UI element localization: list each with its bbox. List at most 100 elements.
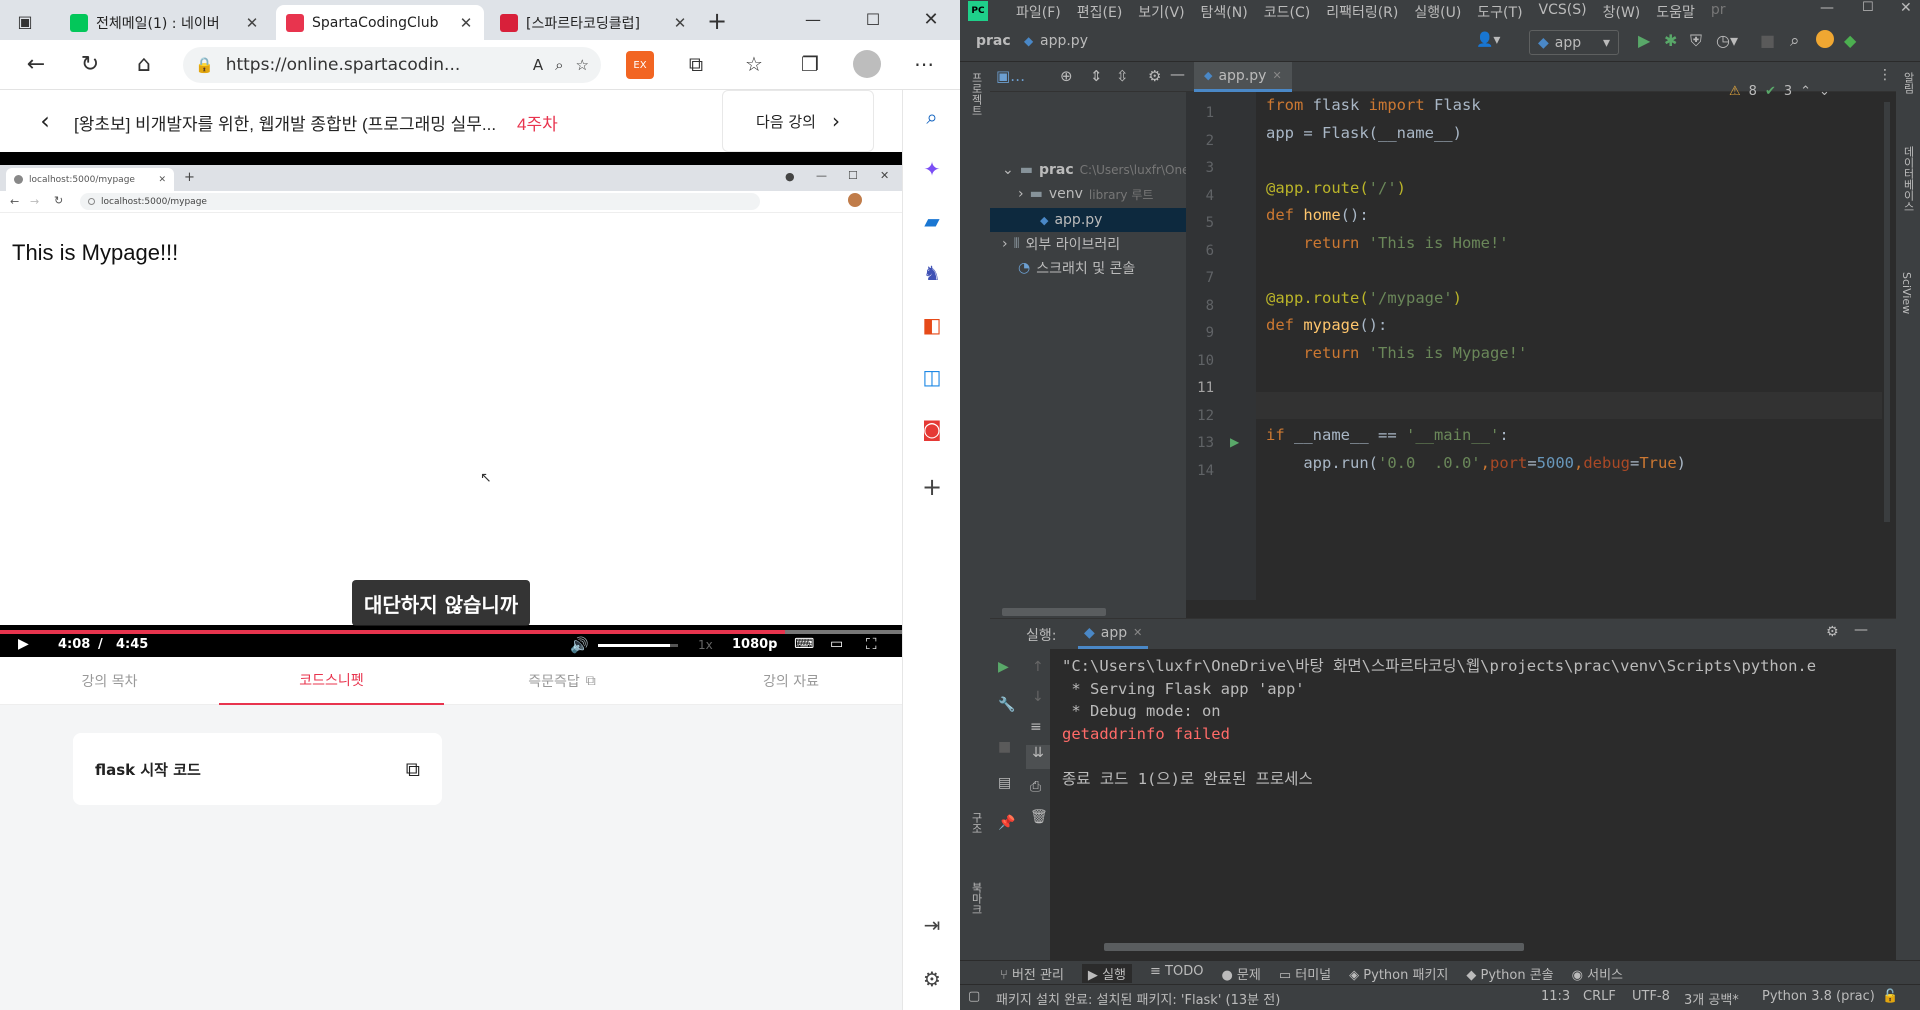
run-tab-app[interactable]: ◆ app ✕	[1078, 619, 1149, 649]
coverage-icon[interactable]: ⛨	[1690, 31, 1702, 51]
file-encoding[interactable]: UTF-8	[1632, 989, 1670, 1004]
menu-item[interactable]: 편집(E)	[1077, 2, 1123, 22]
menu-item[interactable]: 실행(U)	[1414, 2, 1461, 22]
line-separator[interactable]: CRLF	[1583, 989, 1616, 1004]
games-icon[interactable]: ♞	[913, 254, 951, 292]
office-icon[interactable]: ◧	[913, 306, 951, 344]
home-icon[interactable]: ⌂	[126, 46, 162, 82]
tab-code-snippet[interactable]: 코드스니펫	[219, 657, 444, 705]
tool-tab[interactable]: ● 문제	[1221, 964, 1260, 983]
tool-tab[interactable]: ▶ 실행	[1081, 964, 1132, 983]
profile-avatar[interactable]	[853, 50, 881, 78]
fullscreen-icon[interactable]: ⛶	[866, 635, 877, 653]
more-icon[interactable]: ⋮	[1878, 67, 1892, 83]
expand-all-icon[interactable]: ⇕	[1090, 67, 1103, 85]
video-player[interactable]: localhost:5000/mypage ✕ + ● — ☐ ✕ ← → ↻ …	[0, 152, 902, 657]
tab-naver-mail[interactable]: 전체메일(1) : 네이버 ✕	[60, 5, 270, 40]
plugins-icon[interactable]: ◆	[1844, 31, 1856, 50]
gear-icon[interactable]: ⚙	[1148, 67, 1161, 85]
drop-icon[interactable]: ◙	[913, 410, 951, 448]
gear-icon[interactable]: ⚙	[1826, 624, 1839, 640]
tree-root[interactable]: ⌄ ▬ prac C:\Users\luxfr\OneDriv	[990, 158, 1214, 182]
menu-item[interactable]: 창(W)	[1603, 2, 1641, 22]
menu-item[interactable]: 보기(V)	[1138, 2, 1184, 22]
tab-qna[interactable]: 즉문즉답 ⧉	[444, 657, 680, 705]
editor-tab-app-py[interactable]: ◆ app.py ✕	[1194, 62, 1292, 92]
close-tab-icon[interactable]: ✕	[458, 14, 474, 32]
read-aloud-icon[interactable]: A	[533, 56, 543, 74]
debug-icon[interactable]: ✱	[1664, 31, 1677, 50]
tab-sparta-2[interactable]: [스파르타코딩클럽] ✕	[490, 5, 698, 40]
add-icon[interactable]: +	[913, 468, 951, 506]
layout-icon[interactable]: ▢	[968, 989, 980, 1004]
tab-curriculum[interactable]: 강의 목차	[0, 657, 219, 705]
briefcase-icon[interactable]: ▰	[913, 202, 951, 240]
tool-tab[interactable]: ⑂ 버전 관리	[1000, 964, 1064, 983]
tool-tab[interactable]: ≡ TODO	[1150, 964, 1203, 983]
address-bar[interactable]: 🔒 https://online.spartacodin... A ⌕ ☆	[183, 47, 601, 83]
back-chevron-icon[interactable]: ‹	[30, 106, 60, 136]
copilot-icon[interactable]: ✦	[913, 150, 951, 188]
next-lecture-button[interactable]: 다음 강의 ›	[722, 90, 874, 152]
close-tab-icon[interactable]: ✕	[672, 14, 688, 32]
user-icon[interactable]: 👤▾	[1476, 32, 1500, 48]
menu-item[interactable]: 도움말	[1656, 2, 1695, 22]
tree-app-py[interactable]: ◆ app.py	[990, 208, 1186, 232]
chevron-up-icon[interactable]: ⌃	[1800, 84, 1811, 99]
chevron-down-icon[interactable]: ⌄	[1819, 84, 1830, 99]
tool-tab[interactable]: ◆ Python 콘솔	[1466, 964, 1553, 983]
database-tool-tab[interactable]: 데이터베이스	[1900, 146, 1916, 212]
copy-icon[interactable]: ⧉	[406, 757, 420, 781]
tab-sparta[interactable]: SpartaCodingClub ✕	[276, 5, 484, 40]
captions-icon[interactable]: ⌨	[794, 636, 814, 652]
settings-icon[interactable]: ⚙	[913, 960, 951, 998]
quality-label[interactable]: 1080p	[732, 637, 778, 652]
menu-item[interactable]: VCS(S)	[1539, 2, 1587, 22]
extension-icon[interactable]: EX	[626, 51, 654, 79]
pip-icon[interactable]: ▭	[830, 636, 843, 652]
python-interpreter[interactable]: Python 3.8 (prac)	[1762, 989, 1875, 1004]
tree-external-libs[interactable]: › ⫴ 외부 라이브러리	[990, 232, 1120, 256]
extensions-icon[interactable]: ⧉	[678, 46, 714, 82]
search-icon[interactable]: ⌕	[913, 98, 951, 136]
project-view-icon[interactable]: ▣…	[996, 67, 1025, 85]
project-tool-tab[interactable]: 프로젝트	[966, 72, 984, 122]
run-icon[interactable]: ▶	[1638, 31, 1650, 50]
menu-item[interactable]: 도구(T)	[1477, 2, 1522, 22]
update-icon[interactable]	[1816, 30, 1834, 48]
sciview-tool-tab[interactable]: SciView	[1900, 272, 1913, 314]
caret-position[interactable]: 11:3	[1541, 989, 1570, 1004]
close-window-icon[interactable]: ✕	[1900, 0, 1912, 16]
lock-icon[interactable]: 🔓	[1882, 989, 1898, 1004]
add-favorite-icon[interactable]: ☆	[576, 56, 589, 74]
menu-item[interactable]: 코드(C)	[1264, 2, 1310, 22]
bookmarks-tool-tab[interactable]: 북마크	[966, 882, 984, 932]
search-icon[interactable]: ⌕	[1790, 31, 1800, 51]
minimize-icon[interactable]: —	[800, 8, 826, 30]
zoom-icon[interactable]: ⌕	[555, 56, 563, 74]
split-icon[interactable]: ⇥	[913, 906, 951, 944]
menu-item[interactable]: 탐색(N)	[1201, 2, 1248, 22]
maximize-icon[interactable]: ☐	[860, 8, 886, 30]
refresh-icon[interactable]: ↻	[72, 46, 108, 82]
locate-icon[interactable]: ⊕	[1060, 67, 1073, 85]
code-area[interactable]: from flask import Flask app = Flask(__nam…	[1186, 96, 1886, 516]
collections-icon[interactable]: ❐	[792, 46, 828, 82]
close-window-icon[interactable]: ✕	[918, 8, 944, 30]
snippet-card[interactable]: flask 시작 코드 ⧉	[73, 733, 442, 805]
horizontal-scrollbar[interactable]	[1002, 608, 1106, 616]
tool-tab[interactable]: ◉ 서비스	[1572, 964, 1623, 983]
indent-settings[interactable]: 3개 공백*	[1684, 989, 1739, 1008]
stop-icon[interactable]: ■	[1760, 31, 1775, 50]
favorites-icon[interactable]: ☆	[736, 46, 772, 82]
close-tab-icon[interactable]: ✕	[1272, 69, 1281, 82]
notifications-tool-tab[interactable]: 알림	[1900, 72, 1916, 94]
tree-venv[interactable]: › ▬ venv library 루트	[990, 182, 1153, 206]
new-tab-icon[interactable]: +	[703, 7, 731, 35]
hide-icon[interactable]: —	[1170, 65, 1185, 83]
menu-item[interactable]: 리팩터링(R)	[1326, 2, 1398, 22]
maximize-icon[interactable]: ☐	[1862, 0, 1874, 15]
minimize-icon[interactable]: —	[1820, 0, 1834, 16]
speed-label[interactable]: 1x	[698, 638, 713, 652]
profile-icon[interactable]: ◷▾	[1716, 31, 1738, 50]
